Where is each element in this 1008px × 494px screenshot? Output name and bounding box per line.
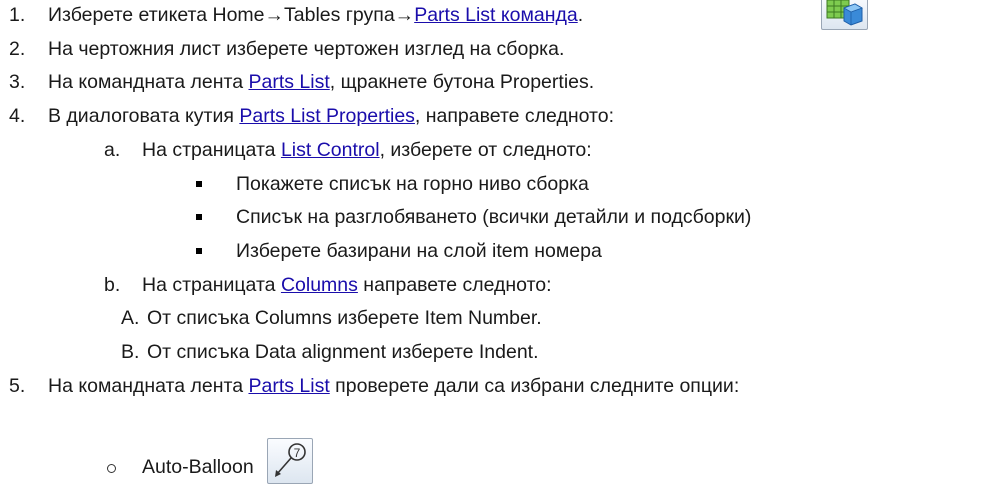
- step-text: На чертожния лист изберете чертожен изгл…: [48, 38, 565, 60]
- subitem-letter: A.: [121, 307, 140, 329]
- step-text: На командната лента Parts List проверете…: [48, 375, 740, 397]
- bullet-marker: [196, 248, 202, 254]
- step-number: 3.: [9, 71, 26, 93]
- substep-text: На страницата List Control, изберете от …: [142, 139, 592, 161]
- auto-balloon-icon: 7: [267, 438, 313, 484]
- bullet-text: Покажете списък на горно ниво сборка: [236, 173, 589, 195]
- parts-list-link[interactable]: Parts List: [248, 71, 329, 93]
- parts-list-icon: [821, 0, 868, 30]
- step-number: 4.: [9, 105, 26, 127]
- substep-letter: b.: [104, 274, 121, 296]
- option-label: Auto-Balloon: [142, 456, 254, 478]
- bullet-text: Списък на разглобяването (всички детайли…: [236, 206, 752, 228]
- subitem-letter: B.: [121, 341, 140, 363]
- substep-text: На страницата Columns направете следното…: [142, 274, 552, 296]
- list-control-link[interactable]: List Control: [281, 139, 380, 161]
- option-bullet-marker: [107, 464, 116, 473]
- parts-list-link[interactable]: Parts List: [248, 375, 329, 397]
- step-text: На командната лента Parts List, щракнете…: [48, 71, 595, 93]
- step-text: Изберете етикета Home→Tables група→Parts…: [48, 4, 584, 26]
- bullet-marker: [196, 214, 202, 220]
- bullet-text: Изберете базирани на слой item номера: [236, 240, 602, 262]
- step-number: 5.: [9, 375, 26, 397]
- step-text: В диалоговата кутия Parts List Propertie…: [48, 105, 615, 127]
- columns-link[interactable]: Columns: [281, 274, 358, 296]
- balloon-number: 7: [294, 446, 301, 460]
- substep-letter: a.: [104, 139, 121, 161]
- parts-list-command-link[interactable]: Parts List команда: [414, 4, 578, 26]
- bullet-marker: [196, 181, 202, 187]
- subitem-text: От списъка Data alignment изберете Inden…: [147, 341, 539, 363]
- step-number: 2.: [9, 38, 26, 60]
- parts-list-properties-link[interactable]: Parts List Properties: [239, 105, 415, 127]
- step-number: 1.: [9, 4, 26, 26]
- subitem-text: От списъка Columns изберете Item Number.: [147, 307, 542, 329]
